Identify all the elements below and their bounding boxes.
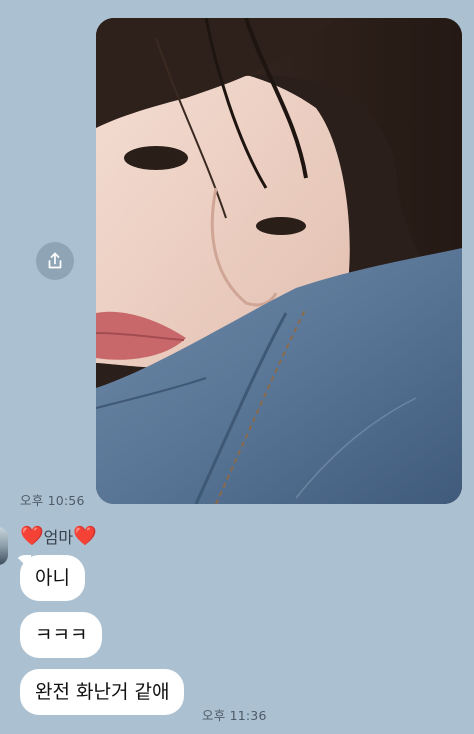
photo-timestamp: 오후 10:56 [20,493,85,508]
photo-message[interactable] [96,18,462,504]
message-timestamp: 오후 11:36 [202,708,267,723]
message-bubble[interactable]: ㅋㅋㅋ [20,612,103,658]
heart-icon: ❤️ [73,524,97,547]
message-bubble[interactable]: 완전 화난거 같애 [20,669,185,715]
avatar[interactable] [0,527,8,565]
sender-name: ❤️ 엄마 ❤️ [20,524,97,548]
photo-image [96,18,462,504]
heart-icon: ❤️ [20,524,44,547]
sender-name-text: 엄마 [43,528,74,547]
share-button[interactable] [36,242,74,280]
share-upload-icon [48,252,62,269]
message-bubble[interactable]: 아니 [20,555,85,601]
